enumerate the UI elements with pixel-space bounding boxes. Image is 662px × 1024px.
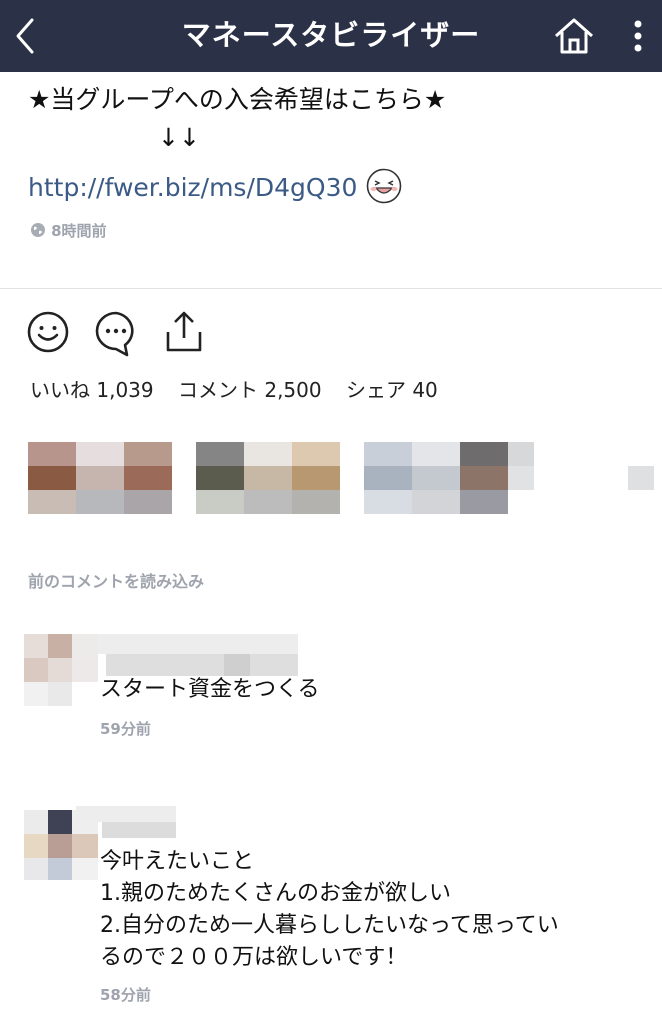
page-title: マネースタビライザー: [181, 18, 481, 52]
post-link-row: http://fwer.biz/ms/D4gQ30: [28, 168, 402, 204]
post-time: 8時間前: [51, 222, 107, 240]
grinning-face-icon: [367, 168, 402, 204]
reactor-avatars[interactable]: [0, 442, 662, 516]
commenter-name[interactable]: [76, 806, 176, 838]
comment-time: 59分前: [100, 720, 151, 738]
navigation-bar: マネースタビライザー: [0, 0, 662, 72]
globe-icon: [31, 223, 45, 237]
chevron-left-icon[interactable]: [10, 14, 44, 58]
vertical-dots-icon[interactable]: [626, 14, 650, 58]
comment-text: 1.親のためたくさんのお金が欲しい: [100, 881, 451, 906]
action-bar: [26, 310, 326, 358]
comment-time: 58分前: [100, 986, 151, 1004]
comment-text: るので２００万は欲しいです！: [100, 945, 408, 970]
speech-bubble-icon[interactable]: [94, 310, 138, 358]
comment-text: 2.自分のため一人暮らししたいなって思ってい: [100, 913, 559, 938]
comment-text: スタート資金をつくる: [100, 677, 320, 702]
load-previous-comments[interactable]: 前のコメントを読み込み: [28, 568, 204, 592]
post-text-arrows: ↓↓: [158, 123, 200, 152]
commenter-name[interactable]: [98, 634, 298, 676]
like-count[interactable]: いいね 1,039: [30, 378, 154, 402]
post-timestamp-row: 8時間前: [30, 220, 107, 242]
post-link[interactable]: http://fwer.biz/ms/D4gQ30: [28, 173, 357, 202]
post-stats: いいね 1,039 コメント 2,500 シェア 40: [30, 376, 456, 404]
home-icon[interactable]: [553, 16, 595, 56]
comment-count[interactable]: コメント 2,500: [178, 378, 322, 402]
share-count[interactable]: シェア 40: [346, 378, 438, 402]
smiley-icon[interactable]: [26, 310, 70, 354]
post-text-line: ★当グループへの入会希望はこちら★: [28, 85, 447, 114]
avatar[interactable]: [24, 634, 98, 706]
share-icon[interactable]: [164, 310, 204, 354]
comment-text: 今叶えたいこと: [100, 849, 255, 874]
divider: [0, 288, 662, 289]
